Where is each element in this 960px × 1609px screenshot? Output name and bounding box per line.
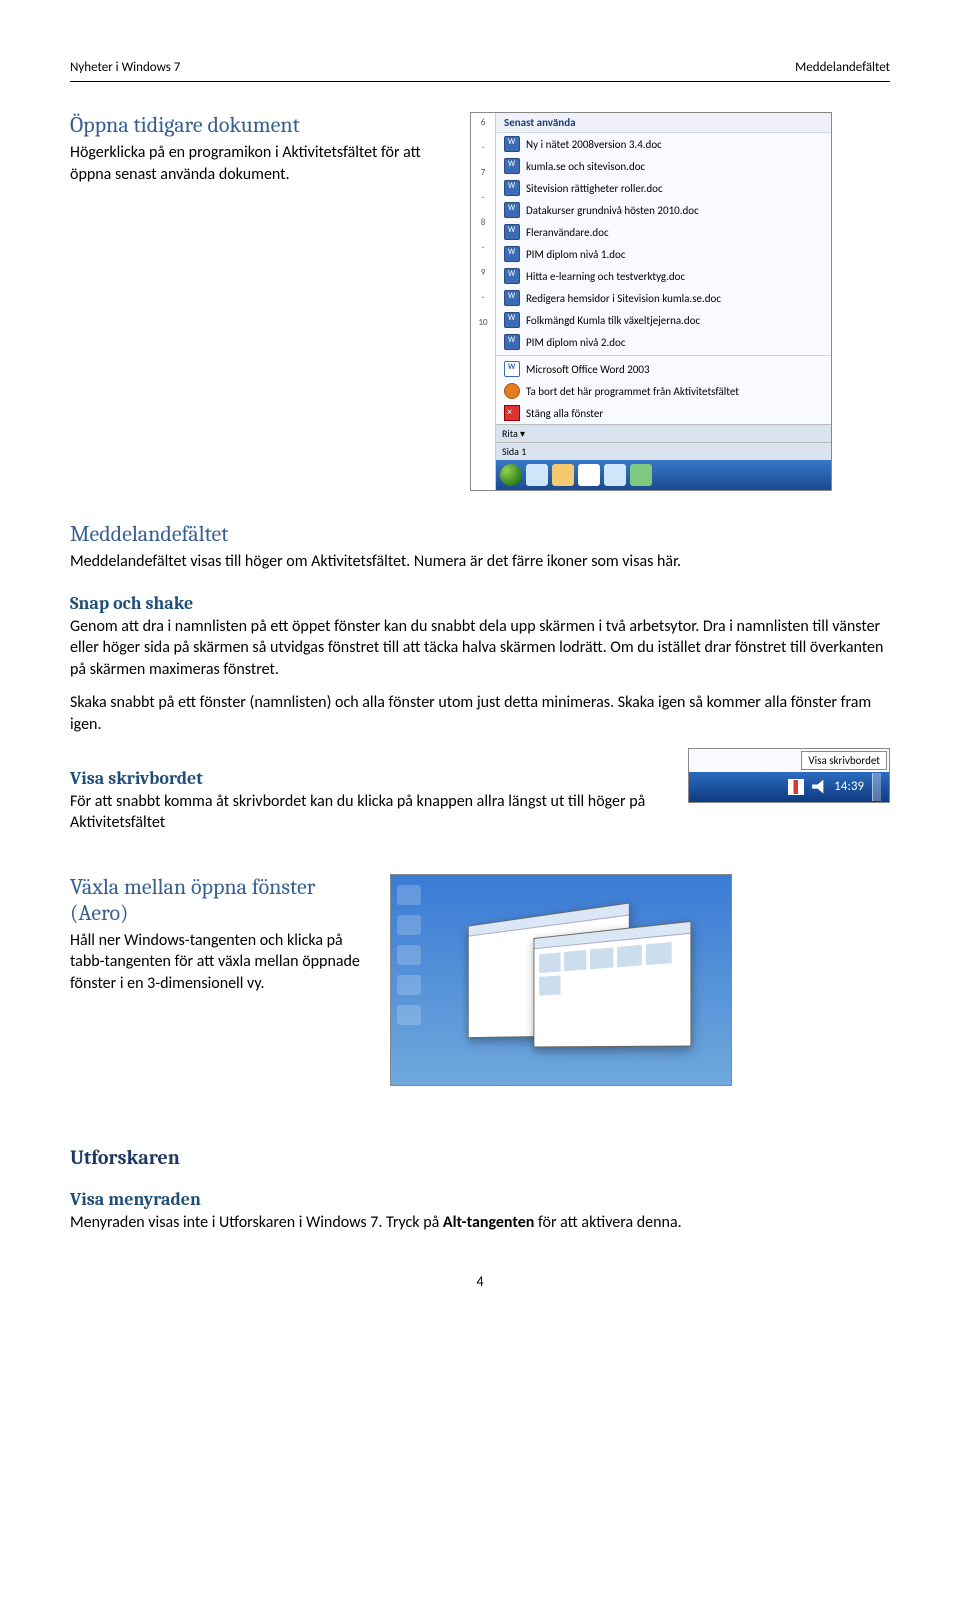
- jumplist-label: PIM diplom nivå 2.doc: [526, 336, 625, 349]
- jumplist-label: Ta bort det här programmet från Aktivite…: [526, 385, 739, 398]
- jumplist-item[interactable]: PIM diplom nivå 1.doc: [496, 243, 831, 265]
- doc-icon: [504, 246, 520, 262]
- desktop-icon: [397, 915, 421, 935]
- aero-window: [534, 921, 692, 1048]
- text: Menyraden visas inte i Utforskaren i Win…: [70, 1213, 443, 1232]
- doc-icon: [504, 202, 520, 218]
- jumplist-close-all[interactable]: Stäng alla fönster: [496, 402, 831, 424]
- desktop-icon: [397, 975, 421, 995]
- jumplist-unpin[interactable]: Ta bort det här programmet från Aktivite…: [496, 380, 831, 402]
- separator: [496, 355, 831, 356]
- doc-icon: [504, 224, 520, 240]
- jumplist-label: Fleranvändare.doc: [526, 226, 609, 239]
- heading-visa-menyraden: Visa menyraden: [70, 1189, 890, 1210]
- header-right: Meddelandefältet: [795, 60, 890, 75]
- doc-icon: [504, 158, 520, 174]
- desktop-icon: [397, 1005, 421, 1025]
- jumplist-item[interactable]: Sitevision rättigheter roller.doc: [496, 177, 831, 199]
- jumplist-item[interactable]: Hitta e-learning och testverktyg.doc: [496, 265, 831, 287]
- tray-tooltip: Visa skrivbordet: [801, 751, 887, 770]
- jumplist-label: Ny i nätet 2008version 3.4.doc: [526, 138, 662, 151]
- jumplist-label: kumla.se och sitevison.doc: [526, 160, 645, 173]
- tray-clock[interactable]: 14:39: [834, 779, 864, 794]
- word-ruler: 6·7·8·9·10: [471, 113, 496, 490]
- screenshot-tray: Visa skrivbordet 14:39: [688, 748, 890, 803]
- show-desktop-button[interactable]: [872, 773, 881, 801]
- jumplist-label: Microsoft Office Word 2003: [526, 363, 650, 376]
- heading-meddelandefaltet: Meddelandefältet: [70, 521, 890, 547]
- bold-text: Alt-tangenten: [443, 1213, 534, 1232]
- jumplist-label: Folkmängd Kumla tilk växeltjejerna.doc: [526, 314, 700, 327]
- paragraph: Meddelandefältet visas till höger om Akt…: [70, 551, 890, 573]
- desktop-icon: [397, 945, 421, 965]
- jumplist-item[interactable]: Redigera hemsidor i Sitevision kumla.se.…: [496, 287, 831, 309]
- jumplist-label: Sitevision rättigheter roller.doc: [526, 182, 663, 195]
- jumplist-header: Senast använda: [496, 113, 831, 133]
- doc-icon: [504, 180, 520, 196]
- screenshot-aero-flip: [390, 874, 732, 1086]
- heading-open-earlier-docs: Öppna tidigare dokument: [70, 112, 450, 138]
- tray-bar: 14:39: [689, 772, 889, 802]
- draw-button[interactable]: Rita: [502, 427, 518, 440]
- jumplist-item[interactable]: PIM diplom nivå 2.doc: [496, 331, 831, 353]
- excel-icon[interactable]: [630, 464, 652, 486]
- word-taskbar-icon[interactable]: [578, 464, 600, 486]
- explorer-icon[interactable]: [552, 464, 574, 486]
- unpin-icon: [504, 383, 520, 399]
- jumplist-item[interactable]: Datakurser grundnivå hösten 2010.doc: [496, 199, 831, 221]
- heading-utforskaren: Utforskaren: [70, 1146, 890, 1169]
- screenshot-jumplist: 6·7·8·9·10 Senast använda Ny i nätet 200…: [470, 112, 832, 491]
- jumplist-label: Stäng alla fönster: [526, 407, 603, 420]
- paragraph: Håll ner Windows-tangenten och klicka på…: [70, 930, 370, 995]
- header-left: Nyheter i Windows 7: [70, 60, 180, 75]
- start-button-icon[interactable]: [500, 464, 522, 486]
- page-number: 4: [70, 1273, 890, 1290]
- paragraph: Skaka snabbt på ett fönster (namnlisten)…: [70, 692, 890, 735]
- paragraph: Menyraden visas inte i Utforskaren i Win…: [70, 1212, 890, 1234]
- taskbar: [496, 460, 831, 490]
- paragraph: För att snabbt komma åt skrivbordet kan …: [70, 791, 668, 834]
- ie-icon[interactable]: [604, 464, 626, 486]
- paragraph: Högerklicka på en programikon i Aktivite…: [70, 142, 450, 185]
- header-rule: [70, 81, 890, 82]
- jumplist-label: Datakurser grundnivå hösten 2010.doc: [526, 204, 699, 217]
- desktop-icon: [397, 885, 421, 905]
- flag-icon[interactable]: [788, 779, 804, 795]
- jumplist-item[interactable]: Fleranvändare.doc: [496, 221, 831, 243]
- speaker-icon[interactable]: [812, 780, 826, 794]
- doc-icon: [504, 268, 520, 284]
- jumplist-label: Redigera hemsidor i Sitevision kumla.se.…: [526, 292, 721, 305]
- text: för att aktivera denna.: [534, 1213, 681, 1232]
- close-icon: [504, 405, 520, 421]
- word-icon: [504, 361, 520, 377]
- heading-visa-skrivbordet: Visa skrivbordet: [70, 768, 668, 789]
- jumplist-app[interactable]: Microsoft Office Word 2003: [496, 358, 831, 380]
- doc-icon: [504, 312, 520, 328]
- jumplist-item[interactable]: Ny i nätet 2008version 3.4.doc: [496, 133, 831, 155]
- word-statusbar: Sida 1: [496, 442, 831, 460]
- doc-icon: [504, 334, 520, 350]
- jumplist-label: PIM diplom nivå 1.doc: [526, 248, 625, 261]
- jumplist-label: Hitta e-learning och testverktyg.doc: [526, 270, 685, 283]
- jumplist-item[interactable]: kumla.se och sitevison.doc: [496, 155, 831, 177]
- heading-snap-shake: Snap och shake: [70, 593, 890, 614]
- jumplist-item[interactable]: Folkmängd Kumla tilk växeltjejerna.doc: [496, 309, 831, 331]
- doc-icon: [504, 290, 520, 306]
- doc-icon: [504, 136, 520, 152]
- ie-icon[interactable]: [526, 464, 548, 486]
- paragraph: Genom att dra i namnlisten på ett öppet …: [70, 616, 890, 681]
- heading-aero: Växla mellan öppna fönster (Aero): [70, 874, 370, 926]
